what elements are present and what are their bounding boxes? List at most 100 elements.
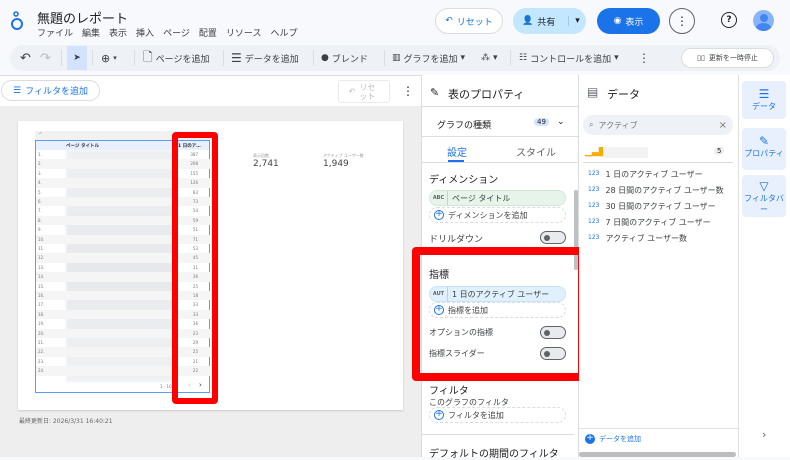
data-field-item[interactable]: 123 30 日間のアクティブ ユーザー xyxy=(588,201,716,212)
add-page-icon: 🗋 xyxy=(143,49,153,64)
menu-edit[interactable]: 編集 xyxy=(82,26,100,39)
number-type-icon: 123 xyxy=(588,218,600,225)
add-data-button[interactable]: ☰ データを追加 xyxy=(231,46,299,70)
drilldown-toggle[interactable] xyxy=(540,231,566,244)
row-index: 8. xyxy=(38,217,42,223)
row-index: 3. xyxy=(38,170,42,176)
filter-icon: ☰ xyxy=(13,85,22,96)
scorecard-views[interactable]: 表示回数 2,741 xyxy=(253,153,279,169)
pause-update-button[interactable]: ▯▯ 更新を一時停止 xyxy=(681,48,774,68)
add-data-icon: ☰ xyxy=(231,51,242,65)
data-title: データ xyxy=(607,88,640,101)
data-source[interactable]: ▁▃▇ 5 xyxy=(583,145,733,163)
row-index: 1. xyxy=(38,152,42,157)
add-page-button[interactable]: 🗋 ページを追加 xyxy=(143,46,209,70)
blend-icon: ● xyxy=(321,53,329,63)
row-index: 24. xyxy=(38,368,45,374)
add-data-link[interactable]: + データを追加 xyxy=(585,434,641,444)
add-person-icon: 👤 xyxy=(522,16,534,26)
row-index: 15. xyxy=(38,283,45,289)
menu-view[interactable]: 表示 xyxy=(109,26,127,39)
add-chart-filter-button[interactable]: + フィルタを追加 xyxy=(429,407,566,423)
add-icon: + xyxy=(434,209,444,220)
more-button[interactable]: ⋮ xyxy=(669,8,695,34)
share-button[interactable]: 👤 共有 ▾ xyxy=(513,8,586,34)
control-icon: ☷ xyxy=(519,53,528,63)
column-header-page-title[interactable]: ページ タイトル xyxy=(66,143,99,149)
scorecard-active-users[interactable]: アクティブ ユーザー数 1,949 xyxy=(323,153,364,169)
chart-type-selector[interactable]: グラフの種類 49 ⌄ xyxy=(421,107,579,137)
menu-page[interactable]: ページ xyxy=(163,26,190,39)
number-type-icon: 123 xyxy=(588,170,600,177)
rail-data-button[interactable]: ☰ データ xyxy=(742,81,786,119)
dimension-title: ディメンション xyxy=(429,175,499,186)
view-button[interactable]: ◉ 表示 xyxy=(597,8,660,34)
menu-insert[interactable]: 挿入 xyxy=(136,26,154,39)
rail-filter-bar-button[interactable]: ▽ フィルタバー xyxy=(742,175,786,217)
component-icon: ⁂ xyxy=(481,53,490,63)
tab-style[interactable]: スタイル xyxy=(516,144,556,159)
dimension-chip[interactable]: ABC ページ タイトル xyxy=(429,190,566,206)
data-search[interactable]: ⌕ アクティブ × xyxy=(583,115,733,135)
row-index: 14. xyxy=(38,274,45,280)
clear-icon[interactable]: × xyxy=(719,120,727,131)
number-type-icon: 123 xyxy=(588,234,600,241)
chart-icon: ▥ xyxy=(392,53,401,63)
canvas-reset-button: ↶ リセット xyxy=(338,80,390,103)
menu-arrange[interactable]: 配置 xyxy=(199,26,217,39)
undo-icon: ↶ xyxy=(445,16,453,26)
chevron-down-icon: ⌄ xyxy=(557,117,565,127)
row-index: 17. xyxy=(38,302,45,308)
data-field-item[interactable]: 123 28 日間のアクティブ ユーザー数 xyxy=(588,185,724,196)
canvas-more-button[interactable]: ⋮ xyxy=(402,84,414,98)
filter-title: フィルタ xyxy=(429,386,469,397)
add-component-button[interactable]: ⁂ ▾ xyxy=(481,46,498,70)
expand-icon[interactable]: › xyxy=(762,428,766,441)
menu-file[interactable]: ファイル xyxy=(37,26,73,39)
add-dimension-button[interactable]: + ディメンションを追加 xyxy=(429,207,566,223)
add-control-button[interactable]: ☷ コントロールを追加 ▾ xyxy=(519,46,619,70)
data-field-item[interactable]: 123 1 日のアクティブ ユーザー xyxy=(588,169,703,180)
row-index: 18. xyxy=(38,311,45,317)
toolbar-more-button[interactable]: ⋮ xyxy=(638,46,650,70)
properties-title: 表のプロパティ xyxy=(448,88,525,101)
add-chart-button[interactable]: ▥ グラフを追加 ▾ xyxy=(392,46,465,70)
highlight-box-metrics xyxy=(412,247,586,381)
zoom-button[interactable]: ⊕ ▾ xyxy=(101,46,117,70)
avatar[interactable] xyxy=(753,10,774,31)
undo-button[interactable]: ↶ xyxy=(20,46,31,70)
row-index: 22. xyxy=(38,349,45,355)
tab-settings[interactable]: 設定 xyxy=(447,144,467,159)
logo-icon xyxy=(10,10,24,32)
help-icon[interactable]: ? xyxy=(721,12,737,28)
pencil-icon: ✎ xyxy=(758,134,770,148)
blend-button[interactable]: ● ブレンド xyxy=(321,46,368,70)
add-icon: + xyxy=(585,433,595,444)
data-field-item[interactable]: 123 7 日間のアクティブ ユーザー xyxy=(588,217,711,228)
menu-resource[interactable]: リソース xyxy=(226,26,262,39)
table-icon: ☰ xyxy=(758,87,770,101)
filter-icon: ▽ xyxy=(759,179,769,193)
row-index: 21. xyxy=(38,340,45,345)
chevron-down-icon[interactable]: ▾ xyxy=(568,16,580,26)
add-filter-button[interactable]: ☰ フィルタを追加 xyxy=(1,80,100,101)
pause-icon: ▯▯ xyxy=(697,54,705,62)
row-index: 23. xyxy=(38,358,45,364)
table-icon: ▤ xyxy=(587,85,599,99)
row-index: 9. xyxy=(38,227,42,233)
reset-button[interactable]: ↶ リセット xyxy=(435,8,503,34)
report-title[interactable]: 無題のレポート xyxy=(37,8,128,27)
last-updated: 最終更新日: 2026/3/31 16:40:21 xyxy=(19,418,113,425)
row-index: 4. xyxy=(38,180,42,186)
select-button[interactable]: ➤ xyxy=(67,46,87,70)
search-icon: ⌕ xyxy=(589,120,594,129)
menu-help[interactable]: ヘルプ xyxy=(270,26,297,39)
chart-type-count: 49 xyxy=(534,118,549,126)
row-index: 11. xyxy=(38,246,45,251)
redo-button[interactable]: ↷ xyxy=(40,46,51,70)
rail-properties-button[interactable]: ✎ プロパティ xyxy=(742,128,786,170)
eye-icon: ◉ xyxy=(613,16,622,26)
row-index: 20. xyxy=(38,330,45,336)
row-index: 10. xyxy=(38,236,45,242)
data-field-item[interactable]: 123 アクティブ ユーザー数 xyxy=(588,233,687,244)
